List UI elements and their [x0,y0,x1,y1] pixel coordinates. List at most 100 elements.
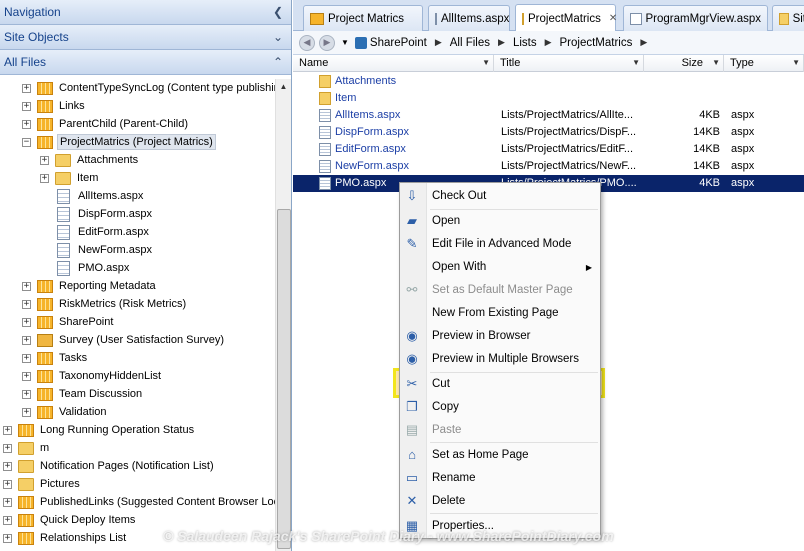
breadcrumb-item[interactable]: All Files [450,37,490,49]
tree-item[interactable]: EditForm.aspx [40,223,151,241]
tree-item[interactable]: DispForm.aspx [40,205,154,223]
menu-item-open[interactable]: ▰ Open [400,210,600,232]
expand-icon[interactable]: + [3,497,12,507]
expand-icon[interactable]: + [22,119,31,129]
tree-scrollbar[interactable]: ▲ [275,79,291,551]
menu-item-delete[interactable]: ✕ Delete [400,490,600,512]
tree-item[interactable]: + TaxonomyHiddenList [22,367,163,385]
expand-icon[interactable]: + [3,479,12,489]
file-row[interactable]: DispForm.aspx Lists/ProjectMatrics/DispF.… [293,124,804,141]
tree-item[interactable]: + Links [22,97,87,115]
expand-icon[interactable]: + [22,371,31,381]
back-arrow-icon[interactable]: ◀ [299,34,315,51]
file-row[interactable]: EditForm.aspx Lists/ProjectMatrics/EditF.… [293,141,804,158]
expand-icon[interactable]: + [3,461,12,471]
tree-item[interactable]: + Tasks [22,349,89,367]
menu-item-open-with[interactable]: Open With ▶ [400,256,600,278]
menu-item-copy[interactable]: ❐ Copy [400,396,600,418]
menu-item-paste[interactable]: ▤ Paste [400,419,600,441]
expand-icon[interactable]: + [22,281,31,291]
tree-item[interactable]: + Quick Deploy Items [3,511,137,529]
column-type-filter-icon[interactable]: ▼ [792,55,800,71]
tree-item[interactable]: + Pictures [3,475,82,493]
collapse-pane-icon[interactable]: ❮ [273,5,283,19]
expand-icon[interactable]: + [22,317,31,327]
all-files-header[interactable]: All Files ⌃ [0,50,291,75]
expand-icon[interactable]: + [40,173,49,183]
tree-item[interactable]: + Notification Pages (Notification List) [3,457,216,475]
breadcrumb-separator-icon[interactable]: ▶ [640,37,647,48]
tree-item[interactable]: + Attachments [40,151,140,169]
tab-projectmatrics[interactable]: ProjectMatrics ✕ [515,4,617,32]
breadcrumb-separator-icon[interactable]: ▶ [435,37,442,48]
tree-item[interactable]: − ProjectMatrics (Project Matrics) [22,133,216,151]
tab-allitems-aspx[interactable]: AllItems.aspx [428,5,510,31]
column-title-filter-icon[interactable]: ▼ [632,55,640,71]
menu-item-check-out[interactable]: ⇩ Check Out [400,185,600,207]
menu-item-set-as-default-master-page[interactable]: ⚯ Set as Default Master Page [400,279,600,301]
forward-arrow-icon[interactable]: ▶ [319,34,335,51]
tree-item[interactable]: + ContentTypeSyncLog (Content type publis… [22,79,282,97]
menu-item-new-from-existing-page[interactable]: New From Existing Page [400,302,600,324]
column-size[interactable]: Size ▼ [644,55,724,72]
breadcrumb-separator-icon[interactable]: ▶ [545,37,552,48]
column-name-filter-icon[interactable]: ▼ [482,55,490,71]
expand-icon[interactable]: + [22,407,31,417]
menu-item-edit-file-in-advanced-mode[interactable]: ✎ Edit File in Advanced Mode [400,233,600,255]
tab-sit[interactable]: Sit [772,5,804,31]
expand-icon[interactable]: + [3,425,12,435]
tree-item[interactable]: + Team Discussion [22,385,144,403]
tree-item[interactable]: + m [3,439,51,457]
tree-item[interactable]: + Validation [22,403,109,421]
expand-icon[interactable]: + [40,155,49,165]
column-name[interactable]: Name ▼ [293,55,494,72]
expand-icon[interactable]: + [22,299,31,309]
close-tab-icon[interactable]: ✕ [609,13,617,24]
expand-icon[interactable]: + [22,389,31,399]
menu-item-cut[interactable]: ✂ Cut [400,373,600,395]
expand-icon[interactable]: + [22,335,31,345]
menu-item-preview-in-browser[interactable]: ◉ Preview in Browser [400,325,600,347]
collapse-icon[interactable]: − [22,137,31,147]
file-row[interactable]: Item [293,90,804,107]
navigation-header[interactable]: Navigation ❮ [0,0,291,25]
breadcrumb-separator-icon[interactable]: ▶ [498,37,505,48]
expand-icon[interactable]: + [3,515,12,525]
breadcrumb-item[interactable]: Lists [513,37,537,49]
tree-item[interactable]: + ParentChild (Parent-Child) [22,115,190,133]
tree-item[interactable]: + Reporting Metadata [22,277,158,295]
expand-site-objects-icon[interactable]: ⌄ [273,30,283,44]
menu-item-set-as-home-page[interactable]: ⌂ Set as Home Page [400,444,600,466]
expand-icon[interactable]: + [3,533,12,543]
column-size-filter-icon[interactable]: ▼ [712,55,720,71]
breadcrumb-item[interactable]: SharePoint [370,37,427,49]
expand-icon[interactable]: + [22,353,31,363]
tab-project-matrics[interactable]: Project Matrics [303,5,423,31]
breadcrumb-item[interactable]: ProjectMatrics [560,37,633,49]
tree-item[interactable]: + Item [40,169,100,187]
tree-item[interactable]: + RiskMetrics (Risk Metrics) [22,295,188,313]
tree-item[interactable]: + Long Running Operation Status [3,421,196,439]
scroll-up-icon[interactable]: ▲ [276,79,291,95]
history-dropdown-icon[interactable]: ▼ [341,38,349,47]
expand-icon[interactable]: + [3,443,12,453]
tree-item[interactable]: AllItems.aspx [40,187,145,205]
collapse-all-files-icon[interactable]: ⌃ [273,55,283,69]
tab-programmgrview-aspx[interactable]: ProgramMgrView.aspx [623,5,768,31]
file-row[interactable]: Attachments [293,73,804,90]
tree-item[interactable]: NewForm.aspx [40,241,154,259]
tree-item[interactable]: + Relationships List [3,529,128,547]
column-title[interactable]: Title ▼ [494,55,644,72]
menu-item-preview-in-multiple-browsers[interactable]: ◉ Preview in Multiple Browsers [400,348,600,370]
expand-icon[interactable]: + [22,101,31,111]
file-row[interactable]: AllItems.aspx Lists/ProjectMatrics/AllIte… [293,107,804,124]
expand-icon[interactable]: + [22,83,31,93]
site-objects-header[interactable]: Site Objects ⌄ [0,25,291,50]
tree-item[interactable]: + SharePoint [22,313,115,331]
menu-item-rename[interactable]: ▭ Rename [400,467,600,489]
tree-item[interactable]: PMO.aspx [40,259,131,277]
tree-item[interactable]: + PublishedLinks (Suggested Content Brows… [3,493,290,511]
tree-item[interactable]: + Survey (User Satisfaction Survey) [22,331,226,349]
column-type[interactable]: Type ▼ [724,55,804,72]
scroll-thumb[interactable] [277,209,291,549]
